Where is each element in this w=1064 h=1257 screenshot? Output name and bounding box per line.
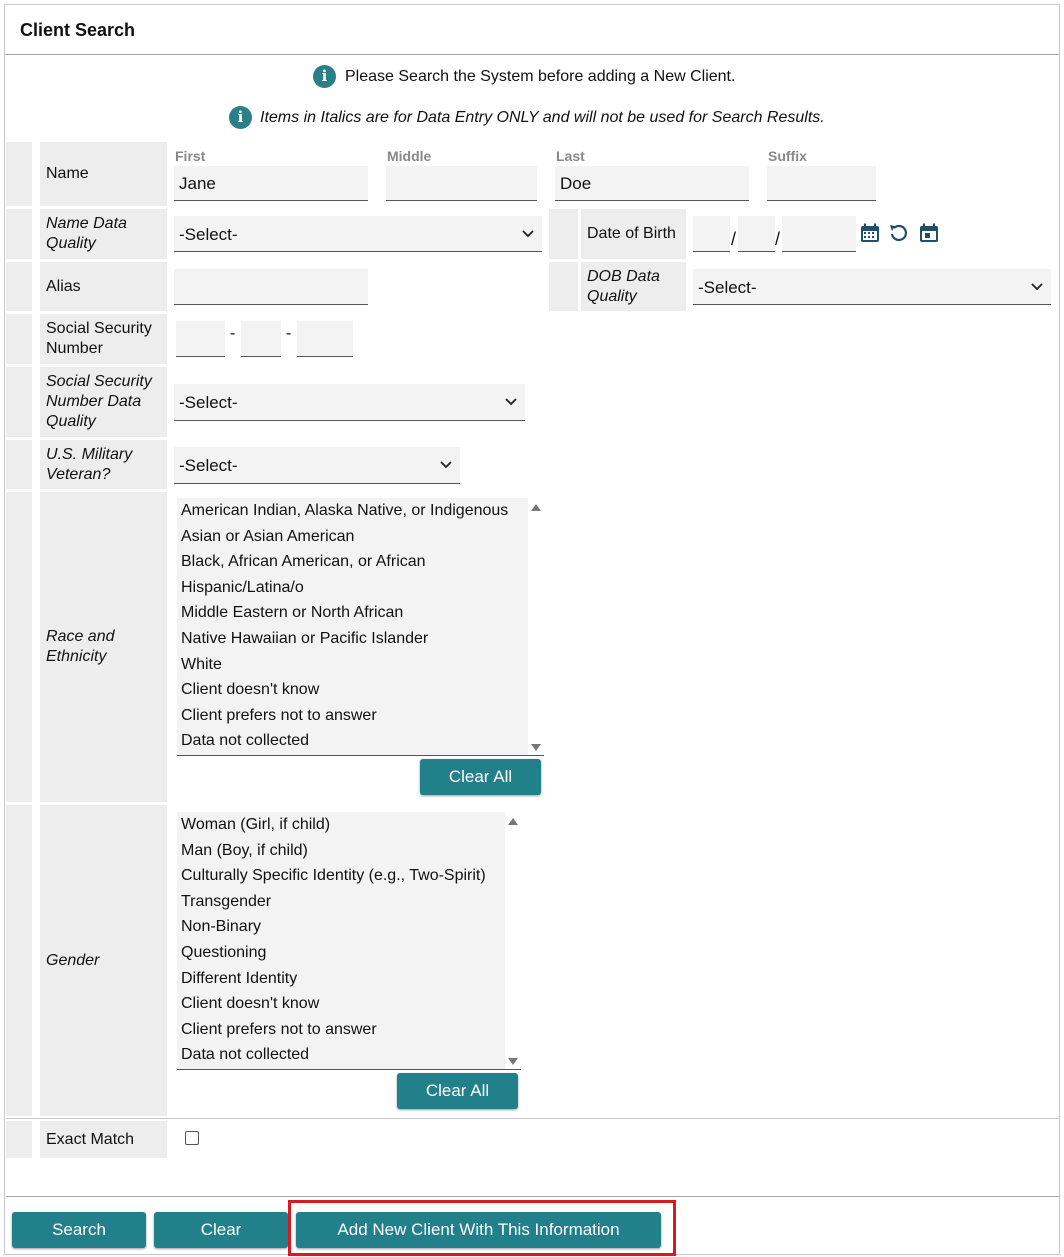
scroll-down-icon[interactable] (508, 1058, 518, 1065)
dob-label: Date of Birth (581, 209, 686, 259)
scrollbar[interactable] (528, 498, 544, 755)
scroll-up-icon[interactable] (531, 504, 541, 511)
panel-title: Client Search (5, 5, 1059, 55)
first-name-label: First (175, 148, 206, 164)
gender-option[interactable]: Transgender (177, 889, 521, 915)
info-icon: i (229, 106, 252, 129)
race-option[interactable]: Middle Eastern or North African (177, 600, 544, 626)
race-option[interactable]: Client doesn't know (177, 677, 544, 703)
row-strip (6, 805, 32, 1116)
gender-clear-all-button[interactable]: Clear All (397, 1073, 518, 1109)
race-option[interactable]: Client prefers not to answer (177, 703, 544, 729)
calendar-today-icon[interactable] (918, 222, 940, 244)
gender-option[interactable]: Client prefers not to answer (177, 1017, 521, 1043)
gender-option[interactable]: Client doesn't know (177, 991, 521, 1017)
chevron-down-icon (522, 230, 534, 238)
chevron-down-icon (1031, 283, 1043, 291)
dob-month-input[interactable] (693, 216, 730, 252)
name-quality-select[interactable]: -Select- (174, 216, 542, 252)
race-label: Race and Ethnicity (40, 492, 167, 802)
gender-option[interactable]: Culturally Specific Identity (e.g., Two-… (177, 863, 521, 889)
ssn-part3-input[interactable] (297, 321, 353, 357)
name-quality-label: Name Data Quality (40, 209, 167, 259)
ssn-label: Social Security Number (40, 314, 167, 364)
row-strip (549, 209, 578, 259)
gender-option[interactable]: Non-Binary (177, 914, 521, 940)
ssn-separator: - (286, 325, 292, 342)
gender-option[interactable]: Different Identity (177, 966, 521, 992)
dob-separator: / (731, 229, 737, 249)
row-strip (6, 262, 32, 311)
dob-separator: / (775, 229, 781, 249)
row-strip (549, 262, 578, 311)
middle-name-label: Middle (387, 148, 432, 164)
exact-match-checkbox[interactable] (185, 1131, 199, 1145)
middle-name-input[interactable] (386, 166, 537, 201)
divider (6, 1118, 1060, 1119)
race-option[interactable]: Asian or Asian American (177, 524, 544, 550)
gender-listbox[interactable]: Woman (Girl, if child) Man (Boy, if chil… (177, 812, 521, 1070)
ssn-separator: - (230, 325, 236, 342)
veteran-value: -Select- (179, 456, 238, 475)
gender-option[interactable]: Woman (Girl, if child) (177, 812, 521, 838)
race-option[interactable]: American Indian, Alaska Native, or Indig… (177, 498, 544, 524)
row-strip (6, 492, 32, 802)
row-strip (6, 1121, 32, 1158)
name-quality-value: -Select- (179, 225, 238, 244)
clear-button[interactable]: Clear (154, 1212, 288, 1248)
first-name-input[interactable]: Jane (174, 166, 368, 201)
race-option[interactable]: Hispanic/Latina/o (177, 575, 544, 601)
last-name-input[interactable]: Doe (555, 166, 749, 201)
gender-option[interactable]: Man (Boy, if child) (177, 838, 521, 864)
dob-quality-value: -Select- (698, 278, 757, 297)
dob-year-input[interactable] (782, 216, 856, 252)
last-name-label: Last (556, 148, 585, 164)
calendar-icon[interactable] (859, 222, 881, 244)
info-icon: i (313, 65, 336, 88)
ssn-part1-input[interactable] (176, 321, 225, 357)
suffix-label: Suffix (768, 148, 807, 164)
suffix-input[interactable] (767, 166, 876, 201)
race-option[interactable]: Native Hawaiian or Pacific Islander (177, 626, 544, 652)
row-strip (6, 142, 32, 206)
row-strip (6, 367, 32, 437)
veteran-label: U.S. Military Veteran? (40, 440, 167, 489)
scrollbar[interactable] (505, 812, 521, 1069)
ssn-quality-label: Social Security Number Data Quality (40, 367, 167, 437)
row-strip (6, 209, 32, 259)
chevron-down-icon (440, 461, 452, 469)
ssn-part2-input[interactable] (241, 321, 281, 357)
scroll-down-icon[interactable] (531, 744, 541, 751)
race-option[interactable]: Data not collected (177, 728, 544, 754)
row-strip (6, 440, 32, 489)
ssn-quality-select[interactable]: -Select- (174, 384, 525, 421)
race-option[interactable]: White (177, 652, 544, 678)
search-button[interactable]: Search (12, 1212, 146, 1248)
dob-day-input[interactable] (738, 216, 775, 252)
dob-quality-label: DOB Data Quality (581, 262, 686, 311)
highlight-box (288, 1200, 676, 1256)
dob-quality-select[interactable]: -Select- (693, 269, 1051, 305)
veteran-select[interactable]: -Select- (174, 447, 460, 484)
gender-label: Gender (40, 805, 167, 1116)
divider (6, 1196, 1060, 1197)
gender-option[interactable]: Questioning (177, 940, 521, 966)
gender-option[interactable]: Data not collected (177, 1042, 521, 1068)
name-label: Name (40, 142, 167, 206)
row-strip (6, 314, 32, 364)
race-listbox[interactable]: American Indian, Alaska Native, or Indig… (177, 498, 544, 756)
reset-icon[interactable] (888, 222, 910, 244)
alias-input[interactable] (174, 269, 368, 305)
chevron-down-icon (505, 398, 517, 406)
scroll-up-icon[interactable] (508, 818, 518, 825)
search-notice: Please Search the System before adding a… (345, 68, 736, 85)
alias-label: Alias (40, 262, 167, 311)
exact-match-label: Exact Match (40, 1121, 167, 1158)
italics-notice: Items in Italics are for Data Entry ONLY… (260, 109, 825, 126)
race-clear-all-button[interactable]: Clear All (420, 759, 541, 795)
ssn-quality-value: -Select- (179, 393, 238, 412)
race-option[interactable]: Black, African American, or African (177, 549, 544, 575)
